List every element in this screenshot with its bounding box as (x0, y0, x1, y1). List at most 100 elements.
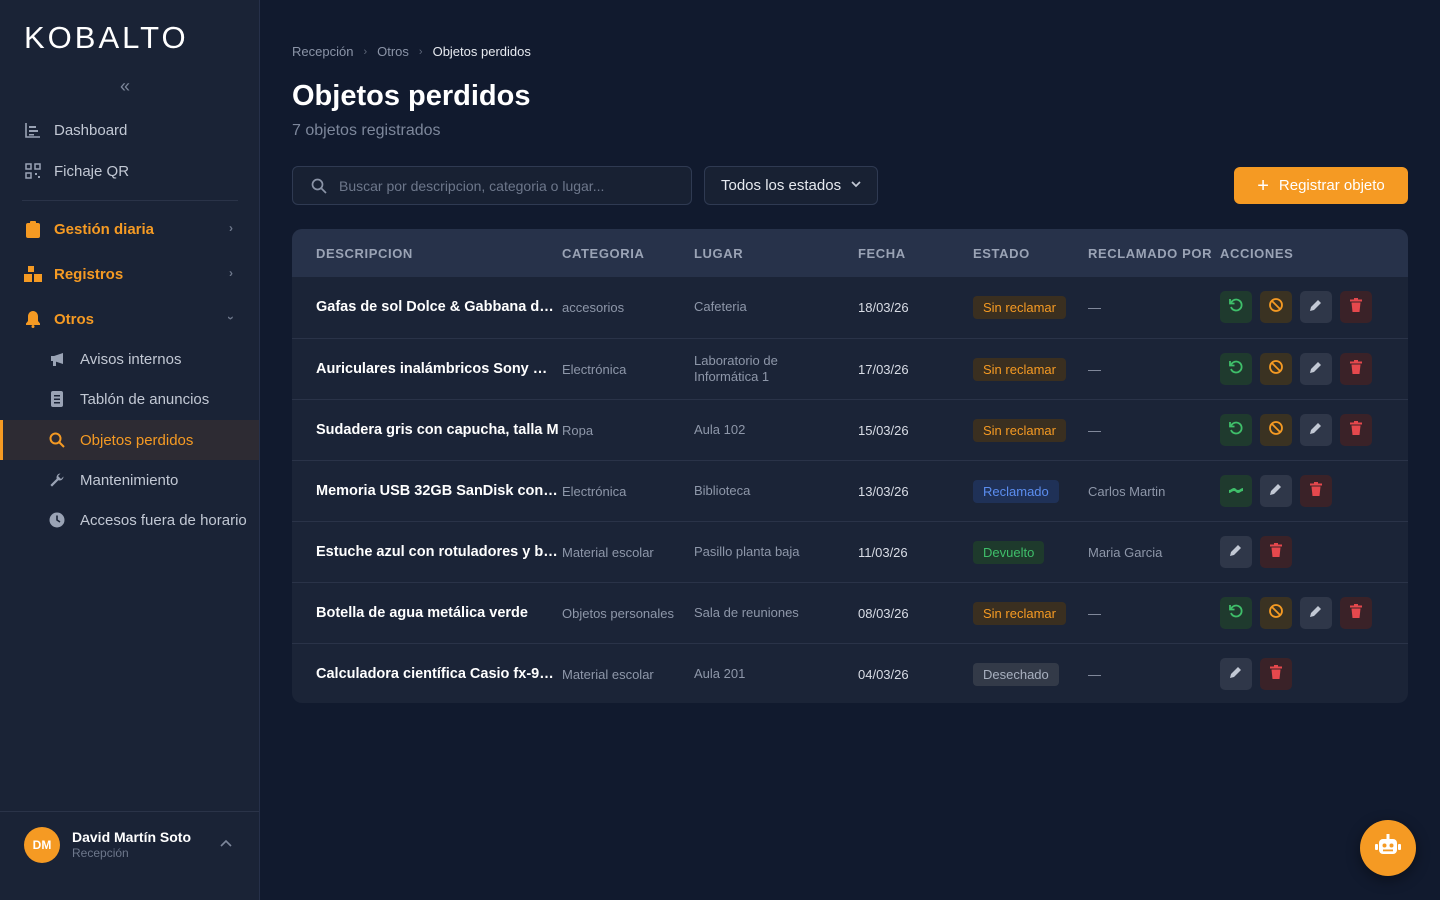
breadcrumb-current: Objetos perdidos (432, 44, 531, 59)
table-row[interactable]: Botella de agua metálica verde Objetos p… (292, 582, 1408, 643)
pencil-icon (1229, 665, 1243, 684)
delete-button[interactable] (1340, 291, 1372, 323)
restore-button[interactable] (1220, 597, 1252, 629)
edit-button[interactable] (1300, 353, 1332, 385)
handshake-icon (1228, 482, 1244, 500)
undo-icon (1228, 420, 1244, 441)
chevron-right-icon: › (229, 221, 233, 235)
cell-estado: Sin reclamar (973, 583, 1066, 643)
collapse-sidebar-button[interactable]: « (120, 76, 130, 97)
table-row[interactable]: Gafas de sol Dolce & Gabbana de c... acc… (292, 277, 1408, 338)
delete-button[interactable] (1340, 353, 1372, 385)
user-menu[interactable]: DM David Martín Soto Recepción (0, 811, 259, 900)
boxes-icon (24, 265, 42, 283)
delete-button[interactable] (1260, 658, 1292, 690)
user-name: David Martín Soto (72, 829, 192, 845)
sidebar-item-mantenimiento[interactable]: Mantenimiento (0, 460, 259, 500)
cell-descripcion: Gafas de sol Dolce & Gabbana de c... (316, 299, 560, 315)
cell-reclamado-por: — (1088, 299, 1101, 315)
ban-icon (1268, 297, 1284, 318)
edit-button[interactable] (1300, 414, 1332, 446)
column-header[interactable]: ESTADO (973, 246, 1030, 261)
search-input[interactable] (339, 177, 669, 194)
cell-estado: Devuelto (973, 522, 1045, 582)
avatar: DM (24, 827, 60, 863)
table-row[interactable]: Calculadora científica Casio fx-991... M… (292, 643, 1408, 703)
sidebar-group-gestion-diaria[interactable]: Gestión diaria › (0, 209, 259, 249)
column-header[interactable]: DESCRIPCION (316, 246, 413, 261)
cell-lugar: Cafeteria (694, 299, 747, 314)
delete-button[interactable] (1300, 475, 1332, 507)
breadcrumb: Recepción › Otros › Objetos perdidos (292, 44, 531, 59)
table-row[interactable]: Auriculares inalámbricos Sony WH... Elec… (292, 338, 1408, 399)
chevron-right-icon: › (229, 266, 233, 280)
robot-icon (1374, 833, 1402, 863)
pencil-icon (1269, 482, 1283, 501)
row-actions (1220, 536, 1292, 568)
edit-button[interactable] (1220, 658, 1252, 690)
sidebar-group-label: Otros (54, 310, 95, 328)
cell-descripcion: Sudadera gris con capucha, talla M (316, 422, 559, 438)
search-box (292, 166, 692, 205)
breadcrumb-link[interactable]: Otros (377, 44, 409, 59)
delete-button[interactable] (1260, 536, 1292, 568)
restore-button[interactable] (1220, 353, 1252, 385)
trash-icon (1310, 481, 1322, 501)
delete-button[interactable] (1340, 597, 1372, 629)
sidebar-item-fichaje-qr[interactable]: Fichaje QR (0, 151, 259, 191)
row-actions (1220, 353, 1372, 385)
status-filter-select[interactable]: Todos los estados (704, 166, 878, 205)
sidebar-group-registros[interactable]: Registros › (0, 254, 259, 294)
register-object-button[interactable]: + Registrar objeto (1234, 167, 1408, 204)
status-badge: Reclamado (973, 479, 1059, 503)
edit-button[interactable] (1260, 475, 1292, 507)
column-header[interactable]: CATEGORIA (562, 246, 644, 261)
cell-descripcion: Auriculares inalámbricos Sony WH... (316, 361, 560, 377)
edit-button[interactable] (1220, 536, 1252, 568)
row-actions (1220, 597, 1372, 629)
chevron-right-icon: › (363, 45, 368, 58)
plus-icon: + (1257, 174, 1269, 197)
sidebar-item-dashboard[interactable]: Dashboard (0, 110, 259, 150)
discard-button[interactable] (1260, 414, 1292, 446)
status-filter-value: Todos los estados (721, 177, 842, 194)
sidebar-group-label: Gestión diaria (54, 220, 155, 238)
cell-lugar: Pasillo planta baja (694, 544, 800, 559)
restore-button[interactable] (1220, 414, 1252, 446)
discard-button[interactable] (1260, 353, 1292, 385)
sidebar-group-label: Registros (54, 265, 124, 283)
chevron-up-icon (220, 836, 232, 850)
sidebar-item-label: Objetos perdidos (80, 431, 194, 449)
trash-icon (1350, 297, 1362, 317)
restore-button[interactable] (1220, 291, 1252, 323)
trash-icon (1350, 420, 1362, 440)
assistant-button[interactable] (1360, 820, 1416, 876)
discard-button[interactable] (1260, 291, 1292, 323)
cell-reclamado-por: — (1088, 361, 1101, 377)
table-row[interactable]: Memoria USB 32GB SanDisk con p... Electr… (292, 460, 1408, 521)
sidebar-item-avisos-internos[interactable]: Avisos internos (0, 339, 259, 379)
cell-reclamado-por: — (1088, 605, 1101, 621)
table-body: Gafas de sol Dolce & Gabbana de c... acc… (292, 277, 1408, 703)
cell-reclamado-por: Carlos Martin (1088, 483, 1166, 499)
sidebar-item-tablon-de-anuncios[interactable]: Tablón de anuncios (0, 379, 259, 419)
chevron-down-icon (851, 180, 861, 191)
edit-button[interactable] (1300, 597, 1332, 629)
table-row[interactable]: Sudadera gris con capucha, talla M Ropa … (292, 399, 1408, 460)
sidebar-item-objetos-perdidos[interactable]: Objetos perdidos (0, 420, 259, 460)
clock-icon (48, 511, 66, 529)
sidebar-group-otros[interactable]: Otros › (0, 299, 259, 339)
column-header[interactable]: FECHA (858, 246, 906, 261)
edit-button[interactable] (1300, 291, 1332, 323)
column-header: ACCIONES (1220, 246, 1294, 261)
return-button[interactable] (1220, 475, 1252, 507)
column-header[interactable]: LUGAR (694, 246, 743, 261)
sidebar-item-accesos-fuera-de-horario[interactable]: Accesos fuera de horario (0, 500, 259, 540)
ban-icon (1268, 420, 1284, 441)
discard-button[interactable] (1260, 597, 1292, 629)
breadcrumb-link[interactable]: Recepción (292, 44, 353, 59)
column-header[interactable]: RECLAMADO POR (1088, 246, 1212, 261)
table-row[interactable]: Estuche azul con rotuladores y bolí... M… (292, 521, 1408, 582)
delete-button[interactable] (1340, 414, 1372, 446)
row-actions (1220, 414, 1372, 446)
